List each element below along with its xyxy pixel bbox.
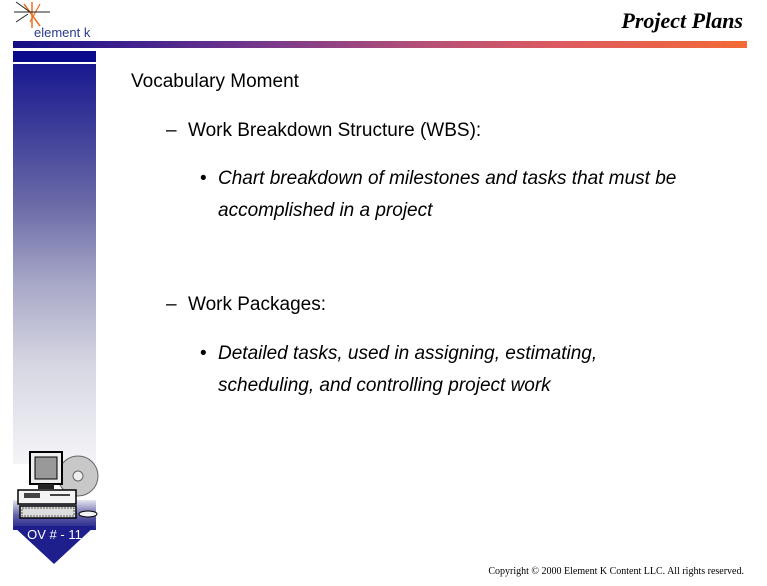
dash-bullet: –: [166, 120, 177, 141]
copyright-notice: Copyright © 2000 Element K Content LLC. …: [488, 566, 744, 577]
definition-line: Chart breakdown of milestones and tasks …: [218, 168, 677, 189]
header-gradient-bar: [13, 41, 747, 48]
element-k-logo: element k: [0, 0, 110, 40]
definition-line: scheduling, and controlling project work: [218, 375, 551, 396]
dash-bullet: –: [166, 294, 177, 315]
sidebar-top-block: [13, 51, 96, 62]
term-label: Work Breakdown Structure (WBS):: [188, 120, 482, 141]
term-label: Work Packages:: [188, 294, 326, 315]
term-wbs: – Work Breakdown Structure (WBS):: [166, 120, 481, 142]
bullet-dot: •: [200, 168, 207, 189]
slide-number-label: OV # - 11: [27, 527, 82, 542]
sidebar-gradient: [13, 64, 96, 464]
term-work-packages: – Work Packages:: [166, 294, 326, 316]
definition-wbs: • Chart breakdown of milestones and task…: [200, 163, 677, 227]
bullet-dot: •: [200, 343, 207, 364]
definition-work-packages: • Detailed tasks, used in assigning, est…: [200, 338, 598, 402]
slide-heading: Vocabulary Moment: [131, 71, 299, 92]
definition-line: accomplished in a project: [218, 200, 433, 221]
computer-clipart-icon: [17, 451, 99, 519]
logo-text: element k: [34, 25, 91, 40]
page-title: Project Plans: [621, 8, 743, 33]
definition-line: Detailed tasks, used in assigning, estim…: [218, 343, 598, 364]
